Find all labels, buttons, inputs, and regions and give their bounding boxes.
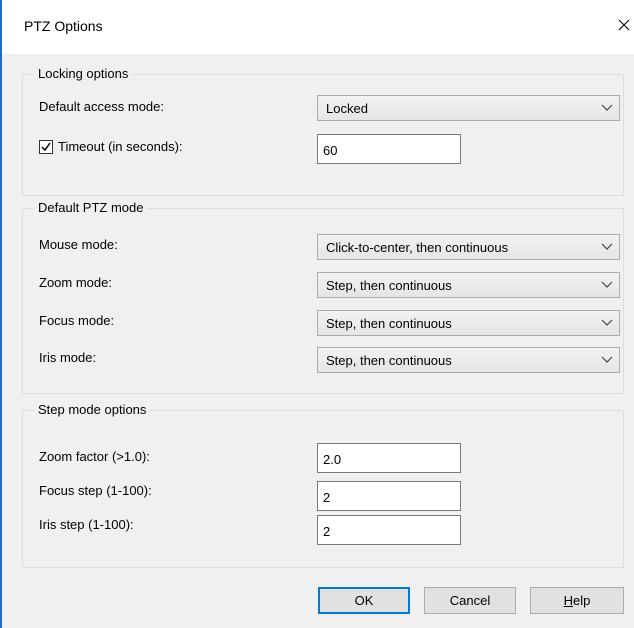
step-mode-options-group: Step mode options Zoom factor (>1.0): 2.… (22, 402, 624, 568)
help-button[interactable]: Help (530, 587, 624, 614)
iris-step-label: Iris step (1-100): (39, 517, 134, 532)
close-icon[interactable] (612, 13, 634, 37)
mouse-mode-label: Mouse mode: (39, 237, 118, 252)
default-access-mode-select[interactable]: Locked (317, 95, 620, 121)
chevron-down-icon (601, 281, 613, 288)
zoom-mode-label: Zoom mode: (39, 275, 112, 290)
ok-button[interactable]: OK (318, 587, 410, 614)
focus-step-value: 2 (323, 490, 331, 505)
help-label-rest: elp (573, 593, 591, 608)
timeout-checkbox[interactable] (39, 140, 53, 154)
zoom-factor-input[interactable]: 2.0 (317, 443, 461, 473)
chevron-down-icon (601, 356, 613, 363)
focus-mode-label: Focus mode: (39, 313, 115, 328)
default-access-mode-value: Locked (326, 101, 368, 116)
timeout-input[interactable]: 60 (317, 134, 461, 164)
locking-options-title: Locking options (34, 66, 133, 82)
focus-mode-value: Step, then continuous (326, 316, 452, 331)
default-ptz-mode-group: Default PTZ mode Mouse mode: Click-to-ce… (22, 200, 624, 394)
timeout-value: 60 (323, 143, 338, 158)
timeout-label[interactable]: Timeout (in seconds): (58, 139, 183, 155)
locking-options-group: Locking options Default access mode: Loc… (22, 66, 624, 196)
iris-mode-select[interactable]: Step, then continuous (317, 347, 620, 373)
focus-step-label: Focus step (1-100): (39, 483, 152, 498)
chevron-down-icon (601, 243, 613, 250)
checkmark-icon (41, 142, 51, 152)
chevron-down-icon (601, 104, 613, 111)
dialog-title: PTZ Options (24, 18, 103, 34)
default-access-mode-label: Default access mode: (39, 99, 165, 114)
step-mode-options-title: Step mode options (34, 402, 151, 418)
focus-mode-select[interactable]: Step, then continuous (317, 310, 620, 336)
chevron-down-icon (601, 319, 613, 326)
zoom-mode-value: Step, then continuous (326, 278, 452, 293)
iris-step-input[interactable]: 2 (317, 515, 461, 545)
zoom-factor-label: Zoom factor (>1.0): (39, 449, 150, 464)
cancel-button[interactable]: Cancel (424, 587, 516, 614)
help-mnemonic: H (563, 593, 574, 608)
iris-step-value: 2 (323, 524, 331, 539)
mouse-mode-select[interactable]: Click-to-center, then continuous (317, 234, 620, 260)
iris-mode-label: Iris mode: (39, 350, 97, 365)
zoom-mode-select[interactable]: Step, then continuous (317, 272, 620, 298)
dialog-body: Locking options Default access mode: Loc… (2, 54, 634, 628)
mouse-mode-value: Click-to-center, then continuous (326, 240, 509, 255)
focus-step-input[interactable]: 2 (317, 481, 461, 511)
iris-mode-value: Step, then continuous (326, 353, 452, 368)
zoom-factor-value: 2.0 (323, 452, 342, 467)
default-ptz-mode-title: Default PTZ mode (34, 200, 148, 216)
title-bar: PTZ Options (2, 0, 634, 54)
